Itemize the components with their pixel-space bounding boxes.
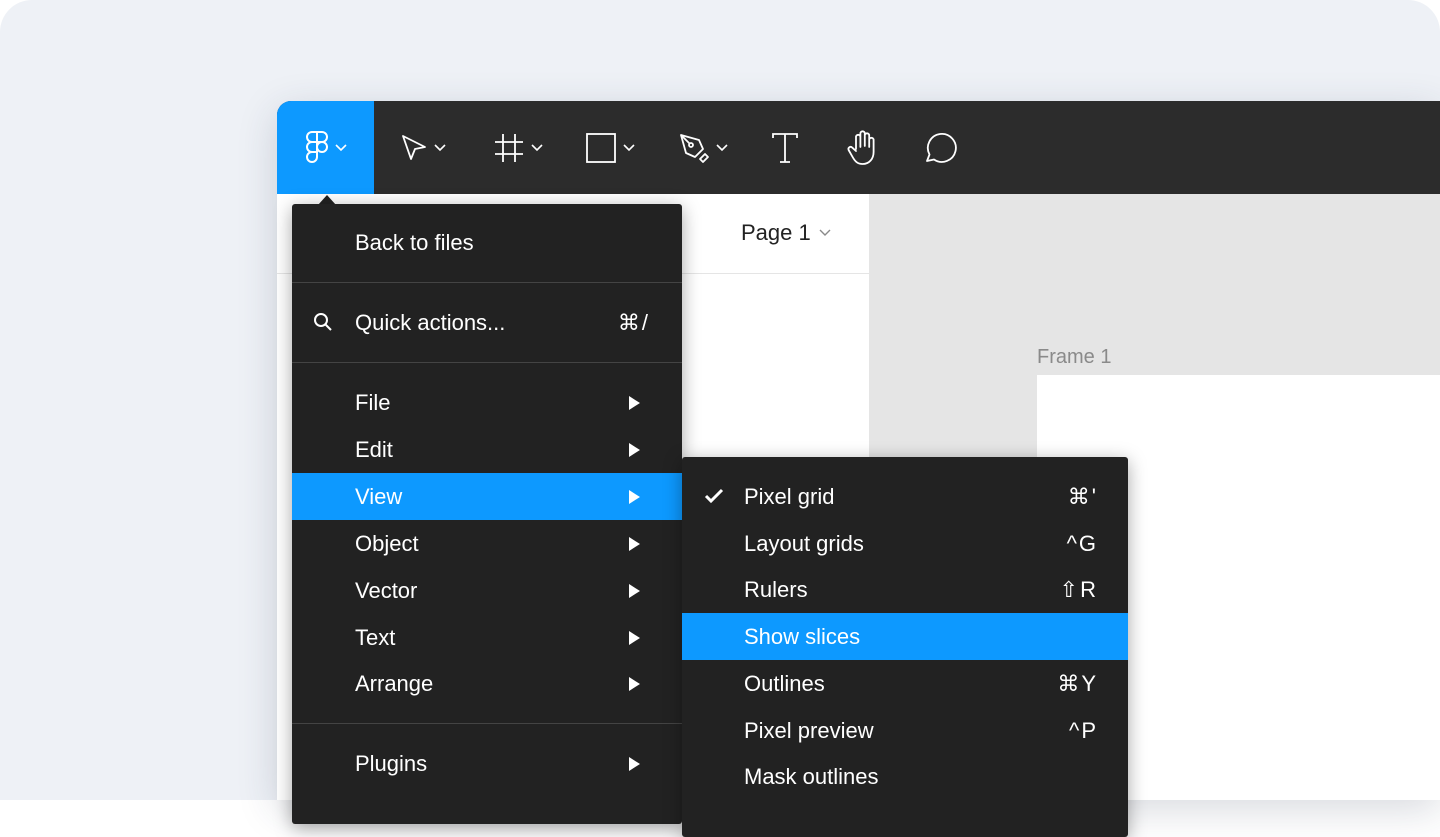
- move-tool[interactable]: [400, 101, 446, 194]
- menu-item-quick-actions[interactable]: Quick actions... ⌘/: [292, 299, 682, 346]
- text-T-icon: [772, 132, 798, 163]
- checkmark-icon: [704, 488, 724, 504]
- frame-label[interactable]: Frame 1: [1037, 346, 1111, 369]
- submenu-arrow-icon: [629, 676, 640, 691]
- chevron-down-icon: [716, 143, 728, 151]
- chevron-down-icon: [434, 143, 446, 151]
- submenu-item-pixel-preview[interactable]: Pixel preview ^P: [682, 707, 1128, 754]
- submenu-item-outlines[interactable]: Outlines ⌘Y: [682, 660, 1128, 707]
- main-menu: Back to files Quick actions... ⌘/ File E…: [292, 204, 682, 824]
- submenu-arrow-icon: [629, 536, 640, 551]
- shape-tool[interactable]: [585, 101, 635, 194]
- frame-hash-icon: [495, 133, 523, 162]
- menu-item-label: Layout grids: [744, 530, 864, 556]
- menu-item-label: Outlines: [744, 670, 825, 696]
- submenu-arrow-icon: [629, 395, 640, 410]
- menu-item-file[interactable]: File: [292, 379, 682, 426]
- cursor-arrow-icon: [402, 134, 426, 160]
- menu-divider: [292, 723, 682, 724]
- submenu-arrow-icon: [629, 756, 640, 771]
- view-submenu: Pixel grid ⌘' Layout grids ^G Rulers ⇧R …: [682, 457, 1128, 837]
- chevron-down-icon: [531, 143, 543, 151]
- toolbar: [277, 101, 1440, 194]
- submenu-item-layout-grids[interactable]: Layout grids ^G: [682, 520, 1128, 567]
- menu-item-label: Mask outlines: [744, 763, 879, 789]
- menu-item-arrange[interactable]: Arrange: [292, 660, 682, 707]
- text-tool[interactable]: [771, 101, 799, 194]
- menu-item-text[interactable]: Text: [292, 614, 682, 661]
- menu-item-label: Text: [355, 624, 396, 650]
- menu-item-plugins[interactable]: Plugins: [292, 740, 682, 787]
- menu-item-label: Plugins: [355, 750, 428, 776]
- hand-tool[interactable]: [845, 101, 881, 194]
- menu-item-back-to-files[interactable]: Back to files: [292, 219, 682, 266]
- menu-item-label: Object: [355, 530, 419, 556]
- chevron-down-icon: [623, 143, 635, 151]
- submenu-item-pixel-grid[interactable]: Pixel grid ⌘': [682, 473, 1128, 520]
- frame-tool[interactable]: [493, 101, 543, 194]
- submenu-arrow-icon: [629, 442, 640, 457]
- menu-item-view[interactable]: View: [292, 473, 682, 520]
- page-name: Page 1: [741, 220, 811, 245]
- menu-item-label: View: [355, 483, 403, 509]
- menu-item-label: File: [355, 389, 391, 415]
- pen-tool[interactable]: [678, 101, 728, 194]
- menu-item-label: Edit: [355, 436, 393, 462]
- figma-logo-icon: [305, 130, 328, 163]
- chevron-down-icon: [334, 143, 347, 151]
- submenu-arrow-icon: [629, 630, 640, 645]
- shortcut-label: ⌘': [1067, 483, 1098, 509]
- menu-item-label: Pixel preview: [744, 717, 874, 743]
- shortcut-label: ⇧R: [1059, 576, 1098, 602]
- comment-bubble-icon: [926, 132, 957, 163]
- menu-item-label: Rulers: [744, 576, 808, 602]
- submenu-item-show-slices[interactable]: Show slices: [682, 613, 1128, 660]
- submenu-item-mask-outlines[interactable]: Mask outlines: [682, 753, 1128, 800]
- submenu-item-rulers[interactable]: Rulers ⇧R: [682, 566, 1128, 613]
- pen-icon: [680, 133, 709, 163]
- menu-item-edit[interactable]: Edit: [292, 426, 682, 473]
- chevron-down-icon: [819, 229, 831, 236]
- search-icon: [314, 313, 332, 331]
- shortcut-label: ⌘Y: [1057, 670, 1098, 696]
- shortcut-label: ⌘/: [617, 309, 650, 335]
- comment-tool[interactable]: [922, 101, 958, 194]
- hand-icon: [847, 129, 875, 165]
- menu-item-label: Arrange: [355, 670, 434, 696]
- menu-divider: [292, 362, 682, 363]
- menu-item-label: Quick actions...: [355, 309, 506, 335]
- submenu-arrow-icon: [629, 489, 640, 504]
- page-selector[interactable]: Page 1: [741, 220, 831, 246]
- shortcut-label: ^G: [1066, 530, 1098, 556]
- shortcut-label: ^P: [1069, 717, 1098, 743]
- main-menu-button[interactable]: [277, 101, 374, 194]
- menu-item-vector[interactable]: Vector: [292, 567, 682, 614]
- rectangle-icon: [586, 132, 616, 163]
- menu-item-label: Pixel grid: [744, 483, 835, 509]
- menu-item-label: Back to files: [355, 229, 474, 255]
- submenu-arrow-icon: [629, 583, 640, 598]
- menu-item-object[interactable]: Object: [292, 520, 682, 567]
- menu-item-label: Vector: [355, 577, 418, 603]
- menu-divider: [292, 282, 682, 283]
- menu-item-label: Show slices: [744, 623, 861, 649]
